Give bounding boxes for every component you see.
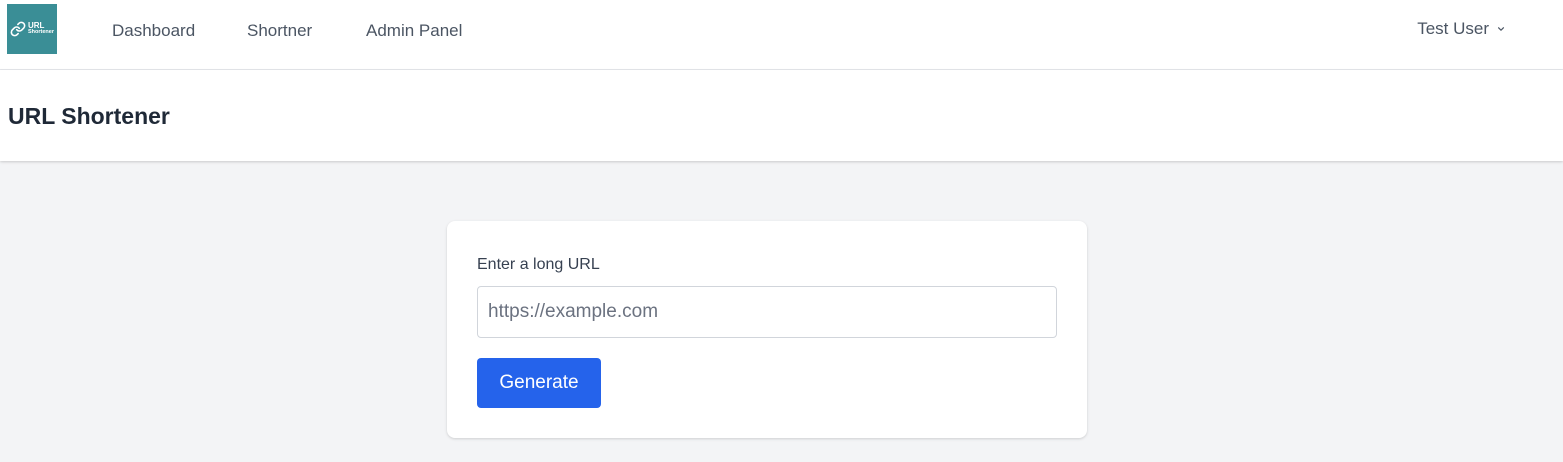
long-url-input[interactable] bbox=[477, 286, 1057, 338]
nav-link-shortner[interactable]: Shortner bbox=[247, 21, 312, 41]
logo-text-line2: Shortener bbox=[28, 29, 54, 36]
url-field-label: Enter a long URL bbox=[477, 256, 600, 273]
top-navbar: URL Shortener Dashboard Shortner Admin P… bbox=[0, 0, 1563, 70]
page-title: URL Shortener bbox=[8, 103, 170, 129]
shorten-form-card: Enter a long URL Generate bbox=[447, 221, 1087, 438]
nav-link-admin-panel[interactable]: Admin Panel bbox=[366, 21, 462, 41]
link-icon bbox=[10, 21, 26, 37]
logo-text: URL Shortener bbox=[28, 22, 54, 36]
user-menu-dropdown[interactable]: Test User bbox=[1417, 19, 1507, 39]
page-header: URL Shortener bbox=[0, 70, 1563, 161]
chevron-down-icon bbox=[1498, 27, 1505, 31]
app-logo[interactable]: URL Shortener bbox=[7, 4, 57, 54]
generate-button[interactable]: Generate bbox=[477, 358, 601, 408]
nav-link-dashboard[interactable]: Dashboard bbox=[112, 21, 195, 41]
user-name: Test User bbox=[1417, 19, 1489, 38]
